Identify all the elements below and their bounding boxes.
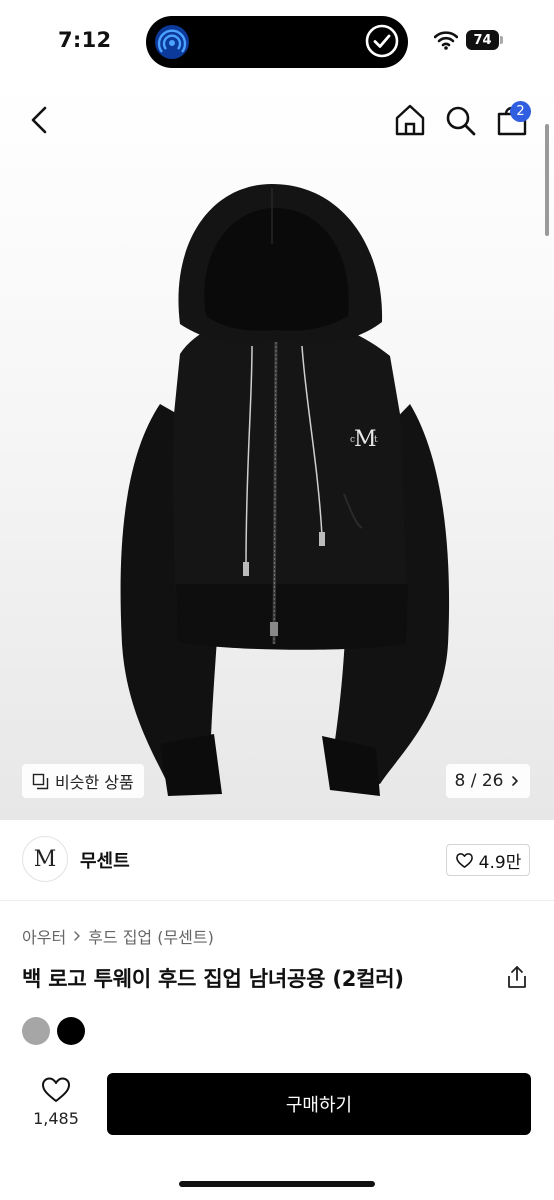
status-time: 7:12 xyxy=(58,28,112,52)
cart-badge: 2 xyxy=(510,101,531,122)
status-bar: 7:12 74 xyxy=(0,0,554,84)
search-icon xyxy=(446,106,476,136)
home-button[interactable] xyxy=(390,100,430,140)
breadcrumb: 아우터 후드 집업 (무센트) xyxy=(22,924,214,948)
brand-like-button[interactable]: 4.9만 xyxy=(446,844,530,876)
similar-items-button[interactable]: 비슷한 상품 xyxy=(22,764,144,798)
image-page-indicator[interactable]: 8 / 26 xyxy=(446,764,530,798)
heart-icon xyxy=(42,1077,70,1102)
product-image-gallery[interactable]: M c t 비슷한 상품 8 / 26 xyxy=(0,84,554,820)
product-title: 백 로고 투웨이 후드 집업 남녀공용 (2컬러) xyxy=(22,967,404,991)
wishlist-count: 1,485 xyxy=(33,1109,79,1128)
svg-text:t: t xyxy=(374,435,378,445)
battery-icon: 74 xyxy=(466,30,499,50)
wifi-icon xyxy=(434,31,458,50)
color-swatch-gray[interactable] xyxy=(22,1017,50,1045)
heart-icon xyxy=(455,852,473,868)
home-indicator xyxy=(179,1181,375,1187)
wishlist-button[interactable]: 1,485 xyxy=(22,1074,90,1134)
svg-text:c: c xyxy=(350,435,355,445)
search-button[interactable] xyxy=(440,100,480,140)
checkmark-circle-icon xyxy=(365,24,399,58)
broadcast-icon xyxy=(155,25,189,59)
brand-logo[interactable]: M xyxy=(22,836,68,882)
similar-items-label: 비슷한 상품 xyxy=(55,773,134,792)
brand-like-count: 4.9만 xyxy=(478,852,522,873)
back-button[interactable] xyxy=(20,100,60,140)
brand-name[interactable]: 무센트 xyxy=(80,847,130,873)
battery-cap xyxy=(500,36,503,44)
back-chevron-icon xyxy=(31,106,47,134)
brand-row: M 무센트 4.9만 xyxy=(0,820,554,901)
color-swatch-black[interactable] xyxy=(57,1017,85,1045)
buy-button[interactable]: 구매하기 xyxy=(107,1073,531,1135)
chevron-right-icon xyxy=(512,776,519,786)
breadcrumb-item-category[interactable]: 아우터 xyxy=(22,924,66,948)
similar-items-icon xyxy=(32,773,49,789)
chevron-right-icon xyxy=(74,931,80,941)
page-indicator-text: 8 / 26 xyxy=(454,771,504,791)
dynamic-island xyxy=(146,16,408,68)
scroll-indicator[interactable] xyxy=(545,124,549,236)
breadcrumb-item-subcategory[interactable]: 후드 집업 (무센트) xyxy=(88,924,214,948)
share-icon[interactable] xyxy=(504,964,530,990)
home-icon xyxy=(395,104,425,136)
product-photo[interactable]: M c t xyxy=(0,84,554,820)
